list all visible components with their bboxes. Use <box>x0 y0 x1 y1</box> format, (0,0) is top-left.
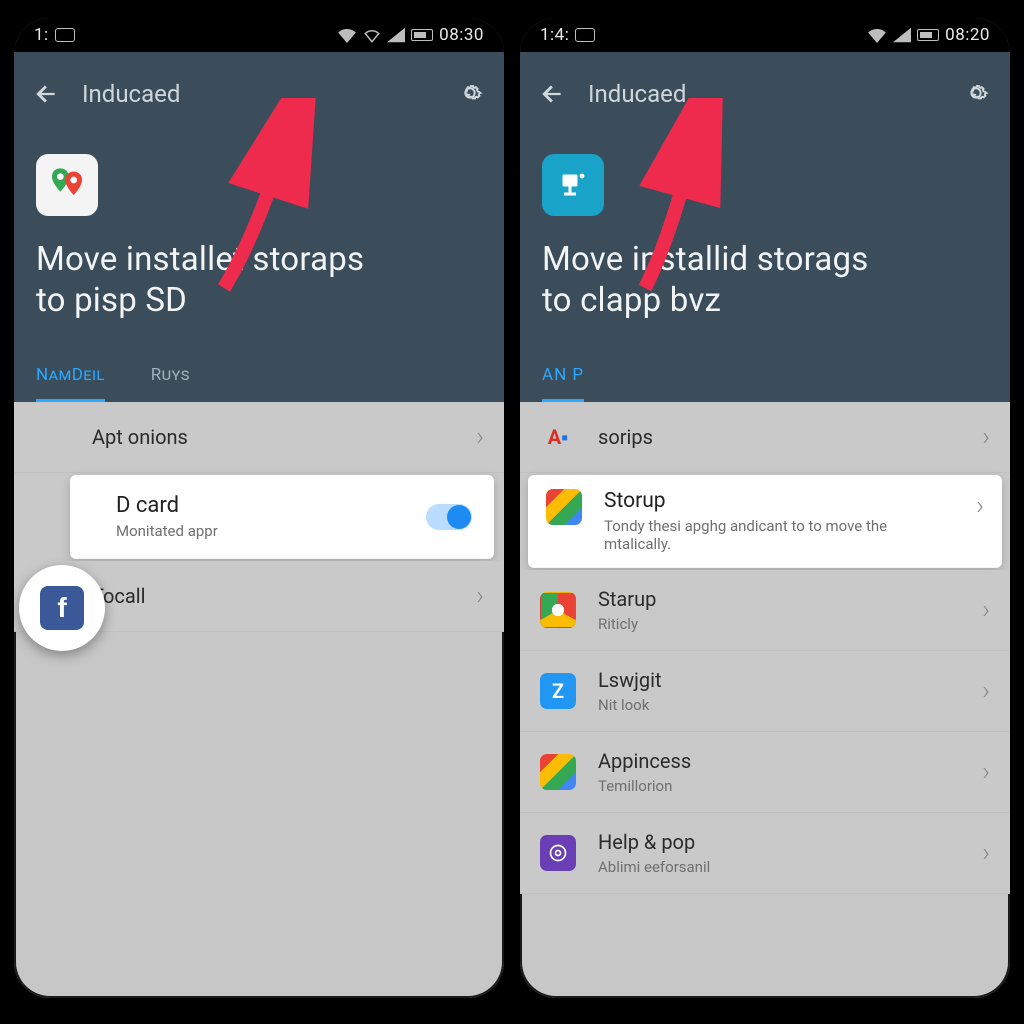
chevron-right-icon: › <box>982 595 990 625</box>
list-item-lswjgit[interactable]: Z Lswjgit Nit look › <box>520 651 1010 732</box>
sdcard-toggle[interactable] <box>426 504 472 530</box>
signal-icon <box>387 27 405 43</box>
chevron-right-icon: › <box>982 757 990 787</box>
chevron-right-icon: › <box>476 581 484 611</box>
google-app-icon <box>540 754 576 790</box>
list: A▪ sorips › Storup Tondy thesi apghg and… <box>520 402 1010 894</box>
list-item-sdcard[interactable]: D card Monitated appr <box>70 475 494 559</box>
tab-ruys[interactable]: Ruys <box>151 355 190 402</box>
list-label: Appincess <box>598 749 691 773</box>
status-bar: 1:4: 08:20 <box>520 18 1010 52</box>
phone-right: 1:4: 08:20 Inducaed Move installid s <box>520 18 1010 998</box>
card-title: Storup <box>604 489 976 513</box>
help-icon <box>540 835 576 871</box>
list-label: Starup <box>598 587 656 611</box>
list-sublabel: Riticly <box>598 615 656 633</box>
page-title: Move installid storags to clapp bvz <box>538 222 992 355</box>
page-title: Move installet storaps to pisp SD <box>32 222 486 355</box>
apps-icon: A▪ <box>540 419 576 455</box>
status-time: 1:4: <box>540 25 569 45</box>
status-time: 1: <box>34 25 49 45</box>
phone-left: 1: 08:30 Inducaed <box>14 18 504 998</box>
battery-icon <box>917 29 939 41</box>
signal-icon <box>893 27 911 43</box>
chevron-right-icon: › <box>476 422 484 452</box>
tabs: AN P <box>538 355 992 402</box>
back-button[interactable] <box>32 80 60 108</box>
tab-anp[interactable]: AN P <box>542 355 584 402</box>
card-title: D card <box>116 493 218 518</box>
tabs: NamDeil Ruys <box>32 355 486 402</box>
apps-icon <box>34 419 70 455</box>
app-icon-maps[interactable] <box>36 154 98 216</box>
list-label: sorips <box>598 425 653 449</box>
tab-namdeil[interactable]: NamDeil <box>36 355 105 402</box>
list-label: Lswjgit <box>598 668 662 692</box>
status-clock: 08:20 <box>945 25 990 45</box>
header-title: Inducaed <box>82 80 180 108</box>
facebook-fab[interactable]: f <box>19 565 105 651</box>
settings-button[interactable] <box>962 79 992 109</box>
status-notification-icon <box>55 28 75 42</box>
list-label: Apt onions <box>92 425 188 449</box>
chevron-right-icon: › <box>976 491 984 521</box>
play-store-icon <box>546 489 582 525</box>
back-button[interactable] <box>538 80 566 108</box>
battery-icon <box>411 29 433 41</box>
status-notification-icon <box>575 28 595 42</box>
list-sublabel: Temillorion <box>598 777 691 795</box>
header-title: Inducaed <box>588 80 686 108</box>
status-bar: 1: 08:30 <box>14 18 504 52</box>
chrome-icon <box>540 592 576 628</box>
header: Inducaed Move installid storags to clapp… <box>520 52 1010 402</box>
wifi-alt-icon <box>363 27 381 43</box>
settings-button[interactable] <box>456 79 486 109</box>
list-item-appincess[interactable]: Appincess Temillorion › <box>520 732 1010 813</box>
facebook-icon: f <box>40 586 84 630</box>
list-item-sorips[interactable]: A▪ sorips › <box>520 402 1010 473</box>
list-sublabel: Ablimi eeforsanil <box>598 858 710 876</box>
wifi-icon <box>337 27 357 43</box>
list-item-apt[interactable]: Apt onions › <box>14 402 504 473</box>
wifi-icon <box>867 27 887 43</box>
list-item-help[interactable]: Help & pop Ablimi eeforsanil › <box>520 813 1010 894</box>
chevron-right-icon: › <box>982 422 990 452</box>
z-app-icon: Z <box>540 673 576 709</box>
chevron-right-icon: › <box>982 676 990 706</box>
app-icon-teal[interactable] <box>542 154 604 216</box>
list-sublabel: Nit look <box>598 696 662 714</box>
storup-card[interactable]: Storup Tondy thesi apghg andicant to to … <box>528 475 1002 568</box>
chevron-right-icon: › <box>982 838 990 868</box>
card-subtitle: Monitated appr <box>116 522 218 540</box>
status-clock: 08:30 <box>439 25 484 45</box>
header: Inducaed Move installet storaps to pisp … <box>14 52 504 402</box>
list-label: Help & pop <box>598 830 710 854</box>
card-subtitle: Tondy thesi apghg andicant to to move th… <box>604 517 934 553</box>
list-item-starup[interactable]: Starup Riticly › <box>520 570 1010 651</box>
